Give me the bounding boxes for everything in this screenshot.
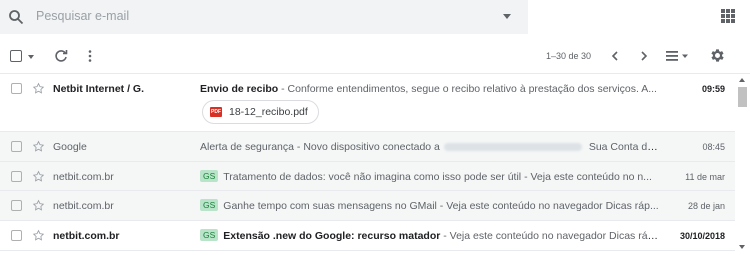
email-row[interactable]: netbit.com.br GS Ganhe tempo com suas men… — [0, 191, 735, 221]
email-content: GS Extensão .new do Google: recurso matad… — [200, 229, 660, 242]
email-content: GS Ganhe tempo com suas mensagens no GMai… — [200, 199, 660, 212]
search-icon[interactable] — [8, 9, 24, 25]
sender: netbit.com.br — [53, 230, 120, 242]
date: 28 de jan — [687, 201, 725, 211]
email-row[interactable]: netbit.com.br GS Tratamento de dados: voc… — [0, 162, 735, 191]
row-checkbox[interactable] — [11, 83, 22, 94]
toolbar: 1–30 de 30 — [0, 36, 750, 74]
star-icon[interactable] — [32, 82, 45, 95]
date: 09:59 — [701, 84, 725, 94]
attachment-chip[interactable]: PDF 18-12_recibo.pdf — [202, 100, 319, 124]
chevron-right-icon[interactable] — [636, 48, 652, 64]
star-icon[interactable] — [32, 170, 45, 183]
pdf-icon: PDF — [210, 107, 222, 117]
date: 30/10/2018 — [679, 231, 725, 241]
scrollbar[interactable] — [735, 74, 750, 255]
date: 11 de mar — [685, 172, 725, 182]
snippet: - Conforme entendimentos, segue o recibo… — [278, 83, 657, 95]
subject: Tratamento de dados: você não imagina co… — [223, 171, 522, 183]
scroll-up-icon[interactable] — [739, 78, 745, 82]
apps-grid-icon[interactable] — [721, 9, 735, 23]
redacted-email — [443, 143, 582, 152]
subject: Envio de recibo — [200, 83, 279, 95]
snippet: - Veja este conteúdo no navegador Dicas … — [436, 200, 659, 212]
row-checkbox[interactable] — [11, 141, 22, 152]
snippet: - Veja este conteúdo no n... — [521, 171, 652, 183]
email-row[interactable]: netbit.com.br GS Extensão .new do Google:… — [0, 221, 735, 251]
subject: Extensão .new do Google: recurso matador — [223, 230, 441, 242]
row-checkbox[interactable] — [11, 171, 22, 182]
gs-label[interactable]: GS — [200, 229, 219, 241]
search-input[interactable]: Pesquisar e-mail — [36, 9, 129, 23]
scroll-thumb[interactable] — [738, 87, 747, 107]
email-list: Netbit Internet / G. Envio de recibo - C… — [0, 74, 735, 251]
top-bar: Pesquisar e-mail — [0, 0, 750, 36]
sender: Google — [53, 141, 87, 153]
subject: Ganhe tempo com suas mensagens no GMail — [223, 200, 437, 212]
gs-label[interactable]: GS — [200, 199, 219, 211]
attachment-name: 18-12_recibo.pdf — [229, 106, 308, 118]
email-row[interactable]: Google Alerta de segurança - Novo dispos… — [0, 132, 735, 162]
email-row[interactable]: Netbit Internet / G. Envio de recibo - C… — [0, 74, 735, 132]
star-icon[interactable] — [32, 199, 45, 212]
pager-text: 1–30 de 30 — [546, 51, 592, 61]
sender: netbit.com.br — [53, 200, 114, 212]
search-bar[interactable]: Pesquisar e-mail — [0, 0, 528, 34]
subject: Alerta de segurança — [200, 141, 294, 153]
row-checkbox[interactable] — [11, 200, 22, 211]
star-icon[interactable] — [32, 140, 45, 153]
email-content: Envio de recibo - Conforme entendimentos… — [200, 83, 660, 95]
chevron-left-icon[interactable] — [607, 48, 623, 64]
row-checkbox[interactable] — [11, 230, 22, 241]
snippet: - Novo dispositivo conectado a — [293, 141, 440, 153]
search-options-caret-icon[interactable] — [503, 14, 511, 19]
select-all-checkbox[interactable] — [10, 50, 22, 62]
sender: netbit.com.br — [53, 171, 114, 183]
refresh-icon[interactable] — [53, 48, 69, 64]
scroll-down-icon[interactable] — [739, 245, 745, 249]
star-icon[interactable] — [32, 229, 45, 242]
gs-label[interactable]: GS — [200, 170, 219, 182]
date: 08:45 — [702, 142, 725, 152]
select-caret-icon[interactable] — [28, 55, 34, 59]
sender: Netbit Internet / G. — [53, 83, 145, 95]
density-icon[interactable] — [665, 49, 691, 63]
gear-icon[interactable] — [709, 47, 726, 64]
snippet: - Veja este conteúdo no navegador Dicas … — [440, 230, 660, 242]
more-vert-icon[interactable] — [82, 48, 98, 64]
email-content: Alerta de segurança - Novo dispositivo c… — [200, 141, 660, 153]
email-content: GS Tratamento de dados: você não imagina … — [200, 170, 660, 183]
